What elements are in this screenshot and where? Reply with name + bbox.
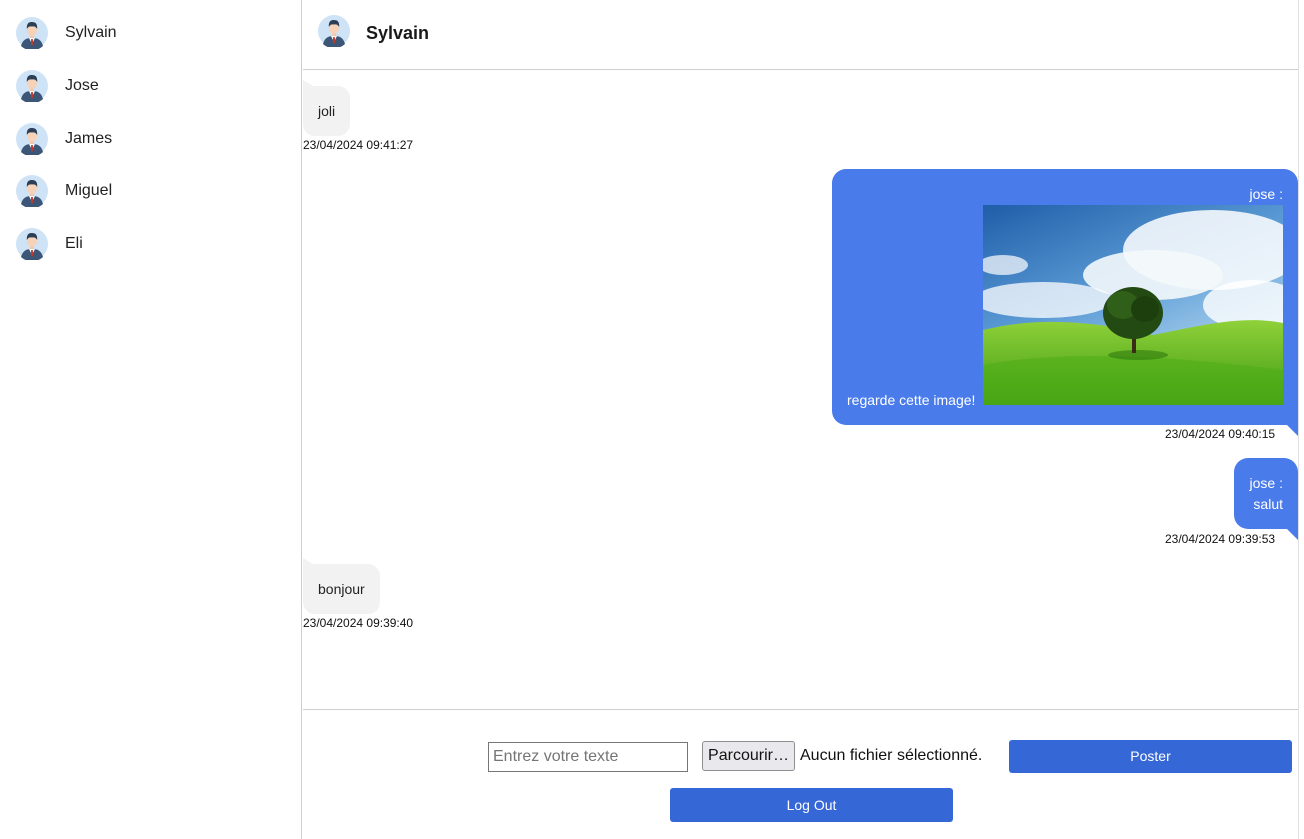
avatar-icon [318, 15, 350, 47]
chat-title: Sylvain [366, 23, 430, 43]
contact-sidebar: Sylvain Jose James Miguel Eli [0, 0, 302, 839]
chat-app: Sylvain Jose James Miguel Eli Sylvain jo… [0, 0, 1304, 839]
avatar-icon [16, 228, 48, 260]
contact-name: James [65, 130, 113, 147]
contact-name: Jose [65, 77, 99, 94]
message-sender: jose : [1249, 475, 1283, 491]
contact-item-jose[interactable]: Jose [16, 69, 286, 103]
message-timestamp: 23/04/2024 09:39:40 [303, 616, 414, 630]
right-border [1298, 0, 1299, 839]
message-timestamp: 23/04/2024 09:41:27 [303, 138, 414, 152]
incoming-message-bubble: bonjour [303, 558, 380, 614]
message-timestamp: 23/04/2024 09:40:15 [1165, 427, 1276, 441]
message-timestamp: 23/04/2024 09:39:53 [1165, 532, 1276, 546]
avatar-icon [16, 17, 48, 49]
avatar-icon [16, 175, 48, 207]
message-composer: Parcourir… Aucun fichier sélectionné. Po… [303, 709, 1298, 839]
outgoing-message-bubble: jose : salut [1234, 458, 1299, 541]
message-image[interactable] [983, 205, 1283, 405]
contact-item-james[interactable]: James [16, 122, 286, 156]
message-sender: jose : [1249, 186, 1283, 202]
avatar-icon [16, 123, 48, 155]
message-input[interactable] [488, 742, 688, 772]
message-text: bonjour [318, 581, 365, 597]
contact-name: Sylvain [65, 24, 117, 41]
outgoing-message-bubble: jose : regarde cette image! [832, 169, 1299, 437]
browse-file-button[interactable]: Parcourir… [702, 741, 795, 771]
contact-name: Eli [65, 235, 83, 252]
contact-item-sylvain[interactable]: Sylvain [16, 16, 286, 50]
contact-item-eli[interactable]: Eli [16, 227, 286, 261]
incoming-message-bubble: joli [303, 80, 351, 136]
post-button[interactable]: Poster [1009, 740, 1292, 773]
message-text: salut [1253, 496, 1283, 512]
message-text: joli [318, 103, 336, 119]
contact-item-miguel[interactable]: Miguel [16, 174, 286, 208]
message-text: regarde cette image! [847, 392, 976, 408]
message-list: joli 23/04/2024 09:41:27 jose : regarde … [303, 70, 1299, 709]
contact-name: Miguel [65, 182, 113, 199]
chat-header: Sylvain [303, 0, 1298, 70]
chat-panel: Sylvain joli 23/04/2024 09:41:27 jose : [303, 0, 1299, 839]
avatar-icon [16, 70, 48, 102]
file-status-text: Aucun fichier sélectionné. [800, 747, 983, 764]
logout-button[interactable]: Log Out [670, 788, 953, 822]
